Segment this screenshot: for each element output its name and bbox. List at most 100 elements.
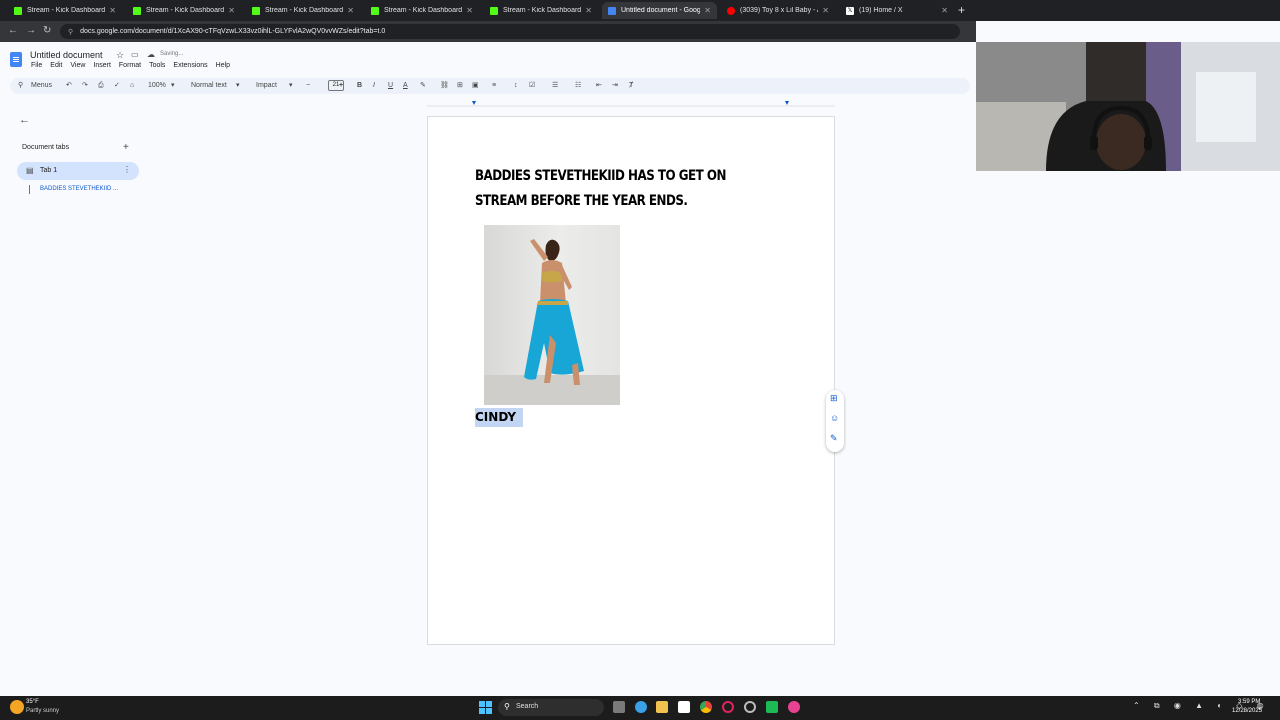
- weather-description[interactable]: Partly sunny: [26, 708, 59, 714]
- document-page[interactable]: BADDIES STEVETHEKIID HAS TO GET ON STREA…: [427, 116, 835, 645]
- menu-edit[interactable]: Edit: [50, 62, 62, 69]
- clock-time[interactable]: 3:59 PM: [1238, 699, 1260, 705]
- clear-formatting-icon[interactable]: Ⱦ: [629, 81, 633, 91]
- kick-icon: [14, 6, 22, 15]
- forward-icon[interactable]: →: [26, 24, 36, 38]
- horizontal-ruler[interactable]: [427, 101, 835, 107]
- move-folder-icon[interactable]: ▭: [131, 50, 139, 60]
- close-icon[interactable]: ✕: [704, 6, 711, 15]
- suggest-edits-icon[interactable]: ✎: [830, 433, 838, 444]
- paint-format-icon[interactable]: ⌂: [130, 81, 134, 91]
- browser-tab-kick-3[interactable]: Stream - Kick Dashboard ✕: [246, 2, 360, 19]
- menu-tools[interactable]: Tools: [149, 62, 165, 69]
- site-info-icon[interactable]: ⚲: [68, 28, 73, 36]
- microsoft-store-icon[interactable]: [678, 701, 690, 713]
- more-options-icon[interactable]: ⋮: [123, 165, 131, 174]
- spotify-icon[interactable]: [766, 701, 778, 713]
- decrease-font-size-icon[interactable]: −: [306, 81, 310, 91]
- menu-file[interactable]: File: [31, 62, 42, 69]
- menu-extensions[interactable]: Extensions: [173, 62, 207, 69]
- highlight-color-icon[interactable]: ✎: [420, 81, 426, 91]
- copilot-icon[interactable]: [635, 701, 647, 713]
- close-icon[interactable]: ✕: [822, 6, 829, 15]
- reload-icon[interactable]: ↻: [43, 24, 51, 38]
- tab-title: Stream - Kick Dashboard: [265, 7, 344, 14]
- weather-icon[interactable]: [10, 700, 24, 714]
- browser-tab-google-docs[interactable]: Untitled document - Google D ✕: [602, 2, 717, 19]
- close-icon[interactable]: ✕: [585, 6, 592, 15]
- add-tab-icon[interactable]: +: [123, 142, 129, 153]
- file-explorer-icon[interactable]: [656, 701, 668, 713]
- address-bar-row: ← → ↻ ⚲ docs.google.com/document/d/1XcAX…: [0, 21, 976, 42]
- menus-button[interactable]: Menus: [31, 81, 52, 91]
- decrease-indent-icon[interactable]: ⇤: [596, 81, 602, 91]
- task-view-icon[interactable]: [613, 701, 625, 713]
- back-icon[interactable]: ←: [8, 24, 18, 38]
- weather-temperature[interactable]: 35°F: [26, 699, 39, 705]
- browser-tab-kick-5[interactable]: Stream - Kick Dashboard ✕: [484, 2, 598, 19]
- cloud-sync-icon[interactable]: ☁: [147, 50, 155, 60]
- obs-icon[interactable]: [744, 701, 756, 713]
- taskbar-search[interactable]: ⚲ Search: [498, 699, 604, 716]
- kick-icon: [133, 6, 141, 15]
- url-field[interactable]: ⚲ docs.google.com/document/d/1XcAX90-cTF…: [60, 24, 960, 39]
- menu-format[interactable]: Format: [119, 62, 141, 69]
- outline-heading-link[interactable]: BADDIES STEVETHEKIID ...: [40, 186, 118, 192]
- undo-icon[interactable]: ↶: [66, 81, 72, 91]
- browser-tab-kick-4[interactable]: Stream - Kick Dashboard ✕: [365, 2, 479, 19]
- line-spacing-icon[interactable]: ↕: [514, 81, 518, 91]
- search-icon[interactable]: ⚲: [18, 81, 23, 91]
- menu-view[interactable]: View: [70, 62, 85, 69]
- redo-icon[interactable]: ↷: [82, 81, 88, 91]
- bulleted-list-icon[interactable]: ☰: [552, 81, 558, 91]
- windows-start-button[interactable]: [479, 701, 492, 714]
- inserted-photo[interactable]: [484, 225, 620, 405]
- menu-help[interactable]: Help: [216, 62, 230, 69]
- tab-label: Tab 1: [40, 167, 58, 174]
- italic-icon[interactable]: I: [373, 81, 375, 91]
- close-icon[interactable]: ✕: [109, 6, 116, 15]
- kick-icon: [490, 6, 498, 15]
- opera-icon[interactable]: [722, 701, 734, 713]
- spellcheck-icon[interactable]: ✓: [114, 81, 120, 91]
- menu-insert[interactable]: Insert: [93, 62, 111, 69]
- underline-icon[interactable]: U: [388, 81, 393, 91]
- browser-tab-youtube[interactable]: (3039) Toy 8 x Lil Baby - AL ✕: [721, 2, 835, 19]
- tab-title: Stream - Kick Dashboard: [146, 7, 225, 14]
- add-comment-icon[interactable]: ⊞: [457, 81, 463, 91]
- style-select[interactable]: Normal text: [191, 81, 227, 91]
- tab-title: (3039) Toy 8 x Lil Baby - AL: [740, 7, 819, 14]
- emoji-reaction-icon[interactable]: ☺: [830, 413, 839, 423]
- star-icon[interactable]: ☆: [116, 50, 124, 60]
- insert-image-icon[interactable]: ▣: [472, 81, 479, 91]
- close-icon[interactable]: ✕: [941, 6, 948, 15]
- sidebar-tab-1[interactable]: ▤ Tab 1 ⋮: [17, 162, 139, 180]
- add-comment-icon[interactable]: ⊞: [830, 393, 838, 404]
- document-title[interactable]: Untitled document: [30, 50, 103, 60]
- new-tab-icon[interactable]: +: [958, 3, 965, 17]
- text-color-icon[interactable]: A: [403, 81, 408, 91]
- font-select[interactable]: Impact: [256, 81, 277, 91]
- image-caption[interactable]: CINDY: [475, 408, 524, 427]
- browser-tab-kick-1[interactable]: Stream - Kick Dashboard ✕: [8, 2, 122, 19]
- browser-tab-x[interactable]: 𝕏 (19) Home / X ✕: [840, 2, 954, 19]
- checklist-icon[interactable]: ☑: [529, 81, 535, 91]
- google-docs-logo[interactable]: [10, 52, 22, 67]
- close-icon[interactable]: ✕: [347, 6, 354, 15]
- print-icon[interactable]: ⎙: [98, 81, 104, 91]
- close-icon[interactable]: ✕: [466, 6, 473, 15]
- increase-font-size-icon[interactable]: +: [339, 81, 343, 91]
- browser-tab-kick-2[interactable]: Stream - Kick Dashboard ✕: [127, 2, 241, 19]
- increase-indent-icon[interactable]: ⇥: [612, 81, 618, 91]
- insert-link-icon[interactable]: ⛓: [440, 81, 449, 91]
- back-arrow-icon[interactable]: ←: [19, 114, 30, 126]
- discord-icon[interactable]: [788, 701, 800, 713]
- chrome-icon[interactable]: [700, 701, 712, 713]
- numbered-list-icon[interactable]: ☷: [575, 81, 581, 91]
- bold-icon[interactable]: B: [357, 81, 362, 91]
- document-heading[interactable]: BADDIES STEVETHEKIID HAS TO GET ON STREA…: [475, 164, 747, 214]
- clock-date[interactable]: 12/28/2025: [1232, 708, 1262, 714]
- align-icon[interactable]: ≡: [492, 81, 496, 91]
- close-icon[interactable]: ✕: [228, 6, 235, 15]
- zoom-select[interactable]: 100%: [148, 81, 166, 91]
